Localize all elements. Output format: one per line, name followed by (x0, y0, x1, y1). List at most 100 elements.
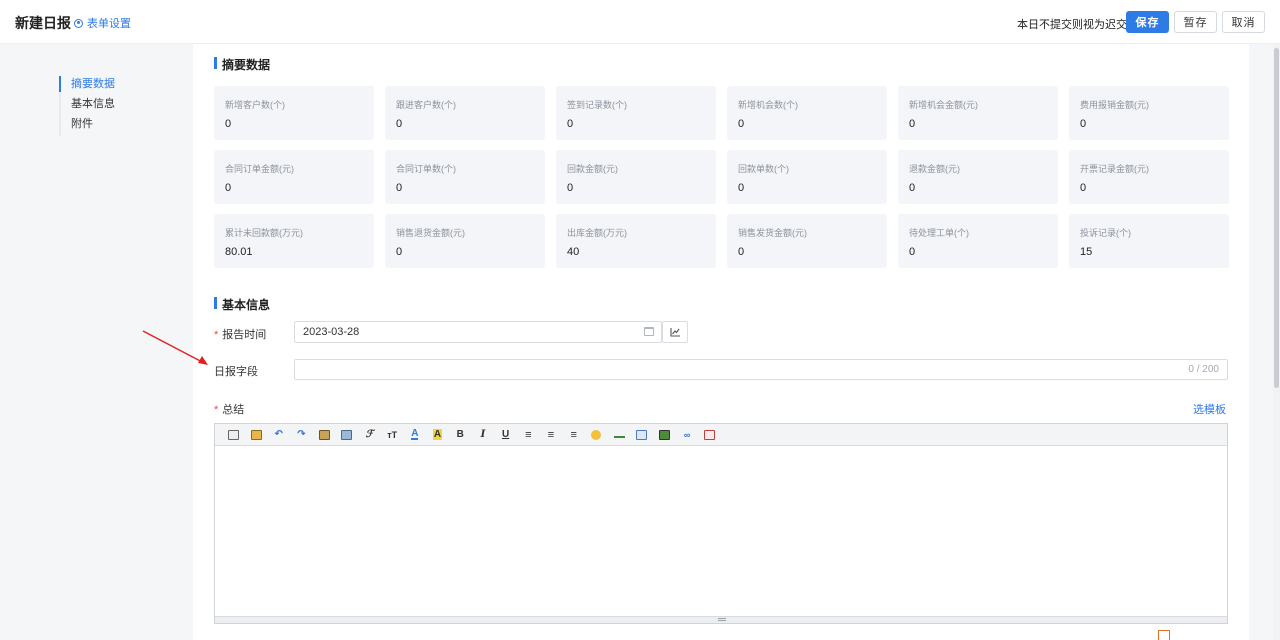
summary-card-value: 15 (1080, 246, 1093, 258)
nav-item-summary[interactable]: 摘要数据 (59, 76, 115, 96)
annotation-arrow-icon (142, 330, 208, 365)
editor-toolbar: ↶ ↷ ℱ тT A A B I U ≡ ≡ ≡ ∞ (215, 424, 1227, 446)
bold-icon[interactable]: B (449, 427, 472, 443)
summary-card: 费用报销金额(元) 0 (1069, 86, 1229, 140)
rich-text-editor: ↶ ↷ ℱ тT A A B I U ≡ ≡ ≡ ∞ (214, 423, 1228, 624)
summary-card: 新增机会数(个) 0 (727, 86, 887, 140)
trend-chart-button[interactable] (662, 321, 688, 343)
report-time-label: * 报告时间 (214, 329, 267, 341)
summary-card: 累计未回款额(万元) 80.01 (214, 214, 374, 268)
late-submission-warning: 本日不提交则视为迟交! (1017, 19, 1131, 31)
summary-card-label: 合同订单数(个) (396, 164, 456, 174)
summary-section-title: 摘要数据 (214, 56, 270, 73)
floating-helper-icon[interactable] (1158, 630, 1170, 640)
image-icon[interactable] (653, 427, 676, 443)
link-icon[interactable]: ∞ (676, 427, 699, 443)
highlight-icon[interactable]: A (426, 427, 449, 443)
report-date-value: 2023-03-28 (303, 326, 360, 338)
nav-item-attachments[interactable]: 附件 (61, 116, 115, 136)
summary-card: 出库金额(万元) 40 (556, 214, 716, 268)
draft-button[interactable]: 暂存 (1174, 11, 1217, 33)
nav-item-basic-info[interactable]: 基本信息 (61, 96, 115, 116)
summary-card-value: 0 (225, 182, 232, 194)
summary-card-label: 新增客户数(个) (225, 100, 285, 110)
summary-card-value: 0 (567, 118, 574, 130)
daily-field-label: 日报字段 (214, 366, 258, 378)
page-scrollbar[interactable] (1273, 44, 1280, 640)
paste-text-icon[interactable] (335, 427, 358, 443)
summary-card: 销售发货金额(元) 0 (727, 214, 887, 268)
save-button[interactable]: 保存 (1126, 11, 1169, 33)
form-settings-link[interactable]: 表单设置 (74, 15, 131, 31)
fullscreen-icon[interactable] (698, 427, 721, 443)
summary-card-label: 开票记录金额(元) (1080, 164, 1149, 174)
editor-content-area[interactable] (215, 446, 1227, 616)
redo-icon[interactable]: ↷ (290, 427, 313, 443)
summary-card-label: 费用报销金额(元) (1080, 100, 1149, 110)
summary-card-label: 出库金额(万元) (567, 228, 627, 238)
summary-card-label: 销售发货金额(元) (738, 228, 807, 238)
resize-grip-icon (718, 618, 726, 621)
summary-card: 回款单数(个) 0 (727, 150, 887, 204)
summary-card-value: 0 (396, 118, 403, 130)
font-color-icon[interactable]: A (404, 427, 427, 443)
align-right-icon[interactable]: ≡ (562, 427, 585, 443)
summary-card: 合同订单金额(元) 0 (214, 150, 374, 204)
char-counter: 0 / 200 (1188, 364, 1219, 375)
summary-card-label: 合同订单金额(元) (225, 164, 294, 174)
summary-card: 投诉记录(个) 15 (1069, 214, 1229, 268)
top-bar: 新建日报 表单设置 本日不提交则视为迟交! 保存 暂存 取消 (0, 0, 1280, 44)
required-mark: * (214, 404, 219, 416)
summary-card-value: 0 (738, 118, 745, 130)
required-mark: * (214, 329, 219, 341)
align-center-icon[interactable]: ≡ (540, 427, 563, 443)
summary-card-label: 回款单数(个) (738, 164, 789, 174)
daily-field-input[interactable]: 0 / 200 (294, 359, 1228, 380)
summary-card-label: 签到记录数(个) (567, 100, 627, 110)
summary-card-label: 退款金额(元) (909, 164, 960, 174)
align-left-icon[interactable]: ≡ (517, 427, 540, 443)
summary-card-value: 0 (396, 246, 403, 258)
underline-icon[interactable]: U (494, 427, 517, 443)
section-nav: 摘要数据 基本信息 附件 (59, 76, 115, 136)
scrollbar-thumb[interactable] (1274, 48, 1279, 388)
font-size-icon[interactable]: тT (381, 427, 404, 443)
summary-card-value: 40 (567, 246, 580, 258)
summary-card: 回款金额(元) 0 (556, 150, 716, 204)
emoji-icon[interactable] (585, 427, 608, 443)
summary-field-label: * 总结 (214, 404, 245, 416)
summary-card: 跟进客户数(个) 0 (385, 86, 545, 140)
source-icon[interactable] (222, 427, 245, 443)
summary-card-label: 回款金额(元) (567, 164, 618, 174)
summary-card-label: 投诉记录(个) (1080, 228, 1131, 238)
summary-card-value: 0 (909, 246, 916, 258)
calendar-icon (644, 327, 654, 336)
paste-icon[interactable] (313, 427, 336, 443)
select-template-link[interactable]: 选模板 (1193, 401, 1226, 417)
summary-card-value: 0 (396, 182, 403, 194)
report-date-input[interactable]: 2023-03-28 (294, 321, 662, 343)
summary-card-value: 0 (1080, 118, 1087, 130)
summary-card: 开票记录金额(元) 0 (1069, 150, 1229, 204)
table-icon[interactable] (630, 427, 653, 443)
summary-card: 合同订单数(个) 0 (385, 150, 545, 204)
undo-icon[interactable]: ↶ (267, 427, 290, 443)
cancel-button[interactable]: 取消 (1222, 11, 1265, 33)
template-icon[interactable] (245, 427, 268, 443)
summary-card-value: 0 (1080, 182, 1087, 194)
italic-icon[interactable]: I (472, 427, 495, 443)
summary-card-label: 新增机会数(个) (738, 100, 798, 110)
font-family-icon[interactable]: ℱ (358, 427, 381, 443)
summary-card: 新增客户数(个) 0 (214, 86, 374, 140)
chart-icon (670, 328, 680, 337)
editor-resize-bar[interactable] (215, 616, 1227, 623)
summary-card: 销售退货金额(元) 0 (385, 214, 545, 268)
summary-card-label: 跟进客户数(个) (396, 100, 456, 110)
summary-card-label: 新增机会金额(元) (909, 100, 978, 110)
summary-card-value: 0 (909, 182, 916, 194)
basic-section-title: 基本信息 (214, 296, 270, 313)
summary-card-value: 0 (225, 118, 232, 130)
insert-line-icon[interactable] (608, 427, 631, 443)
summary-card-value: 0 (738, 246, 745, 258)
summary-card-value: 80.01 (225, 246, 253, 258)
